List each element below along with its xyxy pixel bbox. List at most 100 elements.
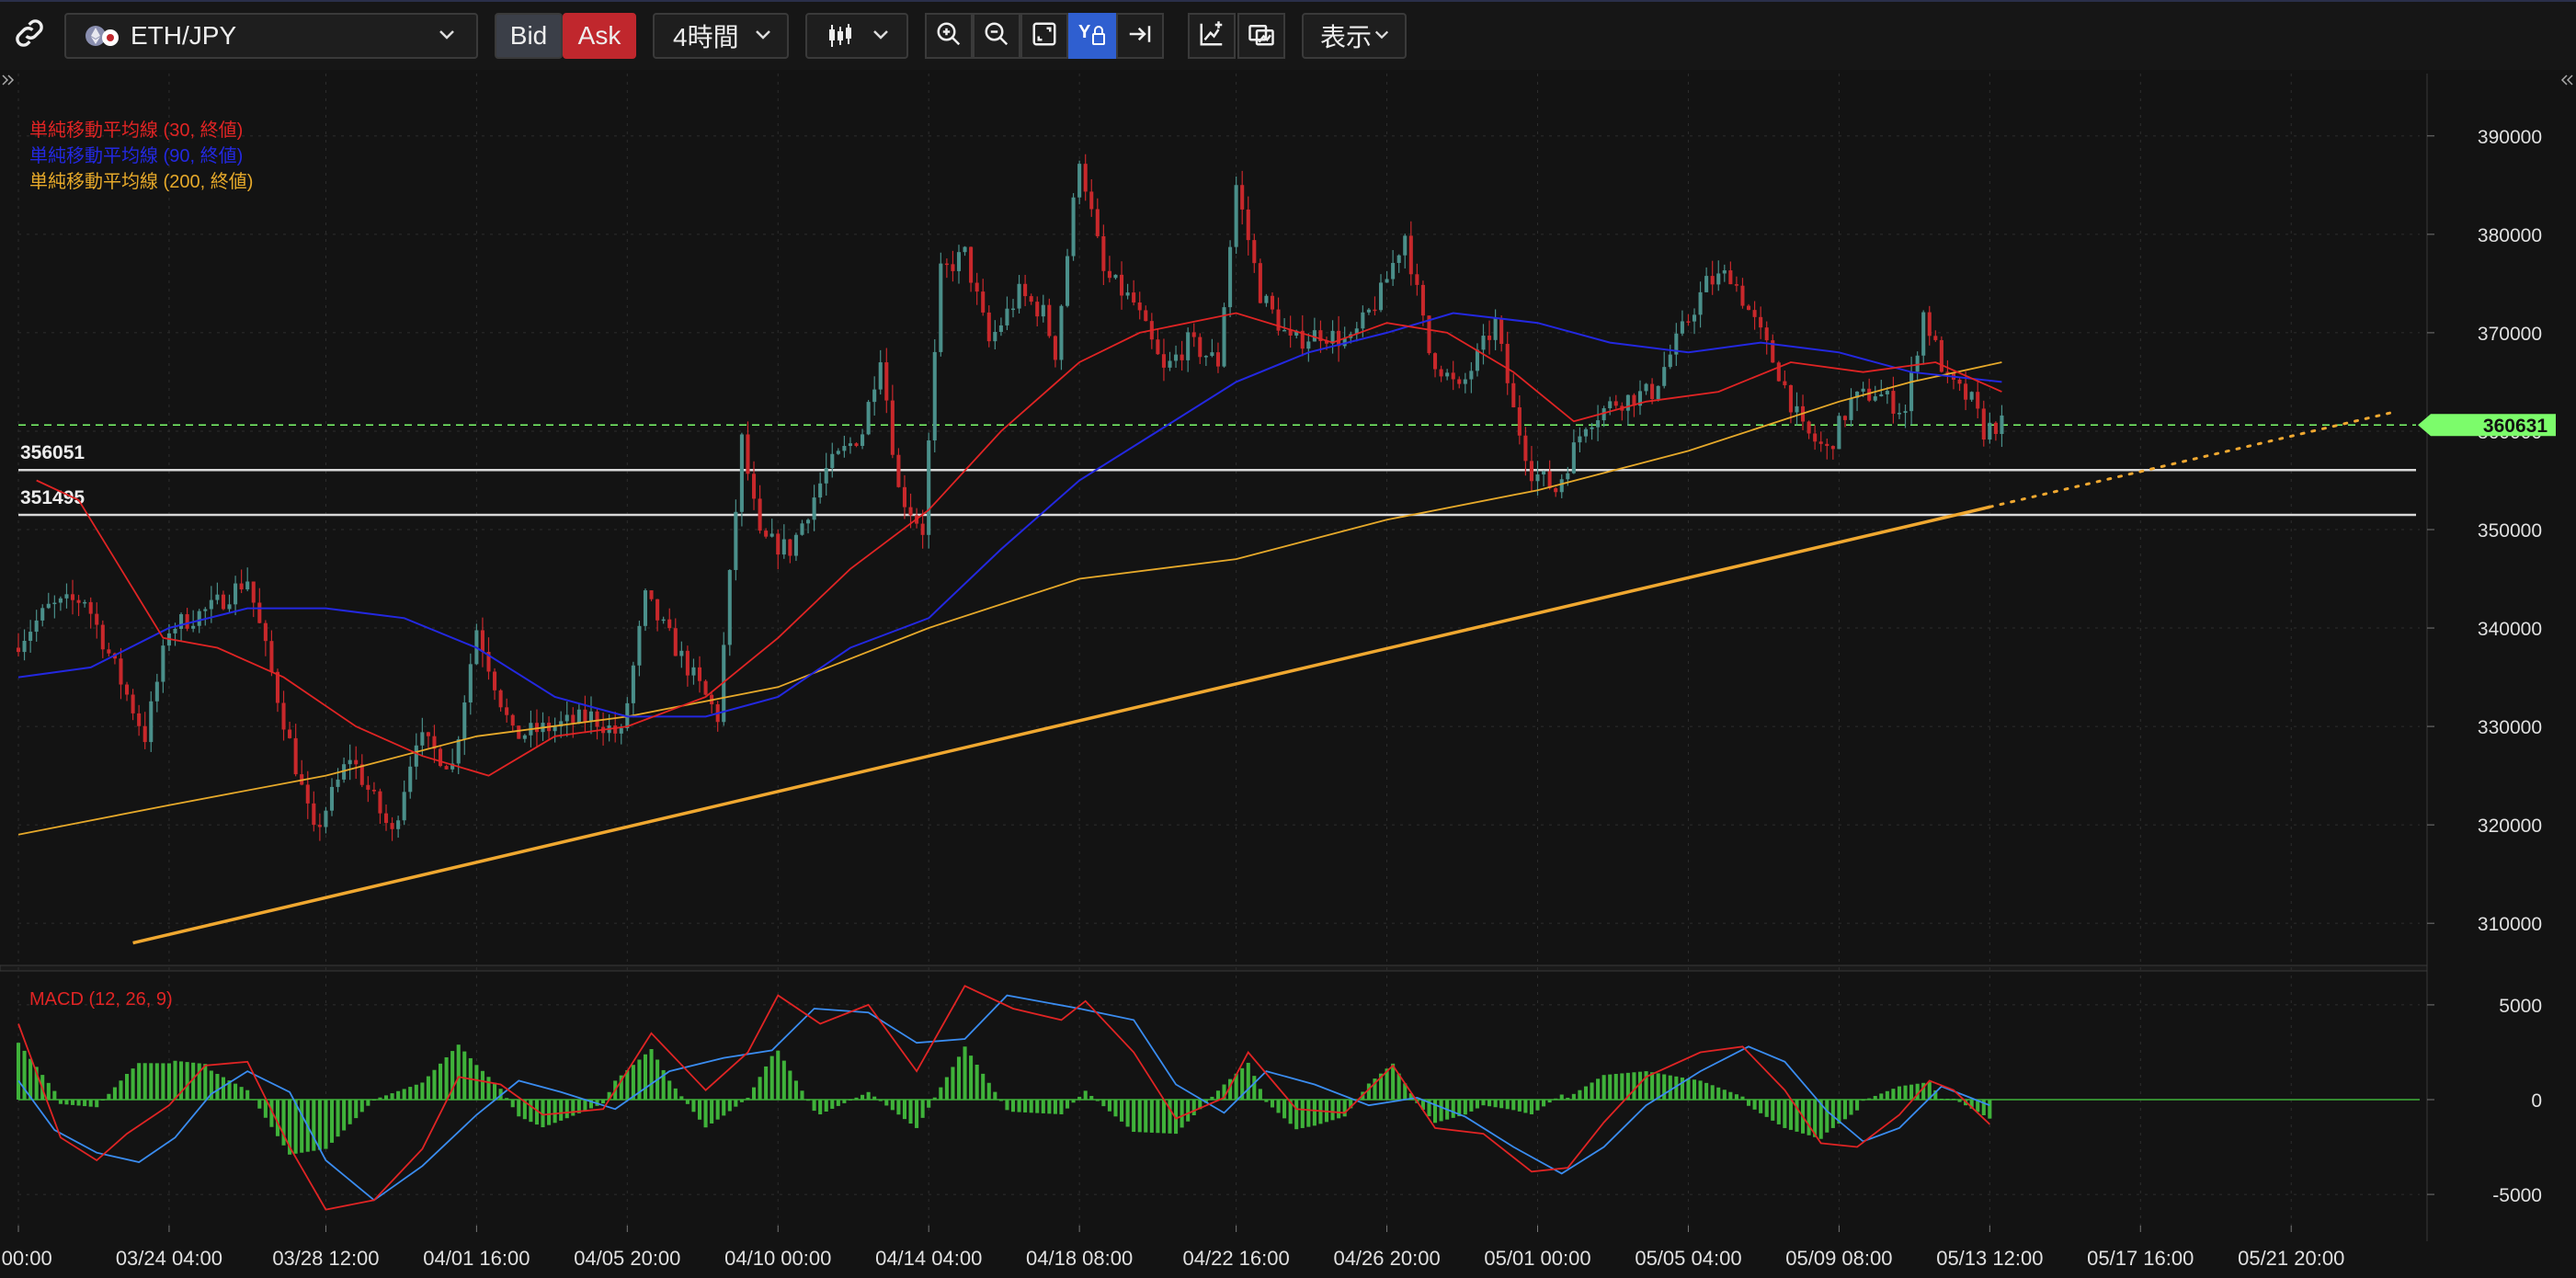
macd-histogram-bar	[336, 1100, 340, 1137]
candle-body	[836, 451, 840, 454]
chart-area[interactable]: 356051351495 390000380000370000360000350…	[0, 70, 2576, 1278]
candle-body	[927, 440, 931, 535]
zoom-in-button[interactable]	[925, 13, 973, 59]
macd-histogram-bar	[1704, 1082, 1709, 1100]
macd-histogram-bar	[553, 1100, 557, 1124]
macd-histogram-bar	[1439, 1100, 1443, 1122]
candle-body	[769, 533, 774, 537]
macd-histogram-bar	[173, 1060, 177, 1100]
candle-body	[2000, 415, 2004, 434]
candle-body	[1964, 383, 1968, 400]
macd-histogram-bar	[1149, 1100, 1154, 1133]
macd-histogram-bar	[1246, 1062, 1250, 1100]
pane-separator[interactable]	[0, 964, 2428, 972]
candle-body	[1499, 318, 1504, 345]
macd-histogram-bar	[378, 1097, 382, 1100]
macd-histogram-bar	[1083, 1090, 1088, 1100]
candle-body	[1174, 354, 1179, 361]
candle-body	[920, 523, 925, 535]
macd-histogram-bar	[83, 1100, 87, 1107]
candle-body	[806, 519, 811, 524]
candle-body	[758, 498, 762, 531]
macd-histogram-bar	[1722, 1090, 1727, 1100]
candle-body	[1680, 321, 1684, 334]
macd-histogram-bar	[902, 1100, 906, 1120]
fit-screen-button[interactable]	[1020, 13, 1068, 59]
macd-histogram-bar	[293, 1100, 298, 1154]
macd-histogram-bar	[884, 1100, 889, 1106]
macd-histogram-bar	[673, 1088, 678, 1100]
macd-histogram-bar	[812, 1100, 816, 1112]
ask-button[interactable]: Ask	[563, 13, 636, 59]
candle-body	[1776, 362, 1781, 382]
link-icon[interactable]	[11, 15, 48, 56]
macd-histogram-bar	[119, 1080, 123, 1100]
y-tick-label: 380000	[2478, 225, 2542, 246]
macd-histogram-bar	[1885, 1090, 1889, 1100]
macd-histogram-bar	[1746, 1100, 1751, 1106]
candle-body	[154, 681, 159, 702]
candle-body	[1191, 332, 1196, 337]
scroll-to-latest-button[interactable]	[1116, 13, 1164, 59]
macd-histogram-bar	[185, 1062, 189, 1100]
macd-histogram-bar	[371, 1100, 376, 1101]
macd-histogram-bar	[1547, 1100, 1552, 1103]
macd-histogram-bar	[1662, 1074, 1667, 1100]
display-menu-button[interactable]: 表示	[1302, 13, 1407, 59]
chart-type-select[interactable]	[805, 13, 908, 59]
candle-body	[1759, 316, 1763, 328]
macd-histogram-bar	[1107, 1100, 1111, 1112]
macd-histogram-bar	[480, 1070, 484, 1100]
macd-histogram-bar	[800, 1090, 804, 1100]
candle-body	[215, 594, 220, 600]
macd-histogram-bar	[601, 1100, 606, 1104]
timeframe-select[interactable]: 4時間	[653, 13, 789, 59]
bid-button[interactable]: Bid	[495, 13, 563, 59]
macd-histogram-bar	[529, 1100, 533, 1123]
macd-histogram-bar	[781, 1060, 786, 1100]
legend-sma-2: 単純移動平均線 (200, 終値)	[29, 171, 253, 192]
macd-histogram-bar	[975, 1065, 979, 1100]
y-axis-lock-button[interactable]: Y	[1068, 13, 1116, 59]
macd-histogram-bar	[1825, 1100, 1829, 1133]
macd-histogram-bar	[1511, 1100, 1516, 1111]
candle-body	[1420, 284, 1425, 316]
macd-histogram-bar	[1294, 1100, 1299, 1130]
candle-body	[595, 711, 599, 727]
macd-histogram-bar	[703, 1100, 708, 1128]
macd-histogram-bar	[1505, 1100, 1510, 1110]
macd-histogram-bar	[402, 1089, 406, 1100]
macd-histogram-bar	[842, 1100, 847, 1103]
zoom-out-button[interactable]	[973, 13, 1020, 59]
candle-body	[1408, 235, 1413, 275]
macd-histogram-bar	[890, 1100, 895, 1111]
macd-histogram-bar	[559, 1100, 564, 1121]
macd-histogram-bar	[70, 1100, 75, 1105]
macd-histogram-bar	[769, 1055, 774, 1100]
macd-histogram-bar	[1487, 1100, 1492, 1107]
candle-body	[1095, 209, 1100, 236]
timeframe-label: 4時間	[673, 23, 739, 51]
image-icon	[1247, 20, 1276, 52]
candle-body	[1403, 235, 1408, 256]
symbol-select[interactable]: ETH/JPY	[64, 13, 478, 59]
macd-histogram-bar	[1101, 1100, 1106, 1107]
chevron-down-icon	[754, 28, 772, 42]
candle-body	[1644, 383, 1648, 392]
candle-body	[848, 443, 852, 447]
macd-histogram-bar	[366, 1100, 370, 1106]
candle-body	[1704, 276, 1709, 292]
macd-histogram-bar	[112, 1087, 117, 1100]
macd-histogram-bar	[245, 1090, 250, 1100]
macd-histogram-bar	[631, 1065, 635, 1100]
macd-histogram-bar	[739, 1100, 744, 1102]
candle-body	[776, 533, 781, 555]
candle-body	[1625, 394, 1630, 411]
macd-histogram-bar	[793, 1080, 798, 1100]
screenshot-button[interactable]	[1237, 13, 1285, 59]
macd-histogram-bar	[1783, 1100, 1787, 1128]
candle-body	[378, 791, 382, 814]
macd-histogram-bar	[1113, 1100, 1118, 1117]
candle-body	[348, 759, 352, 765]
add-indicator-button[interactable]	[1188, 13, 1236, 59]
